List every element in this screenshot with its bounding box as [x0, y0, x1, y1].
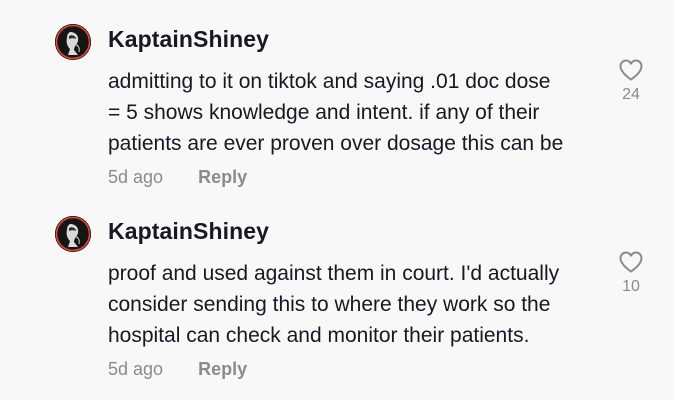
comment-text-line: = 5 shows knowledge and intent. if any o…	[108, 101, 540, 124]
like-control: 24	[614, 58, 648, 104]
avatar[interactable]	[55, 24, 91, 60]
comment-timestamp: 5d ago	[108, 167, 164, 187]
reply-button[interactable]: Reply	[198, 167, 247, 188]
comment-item: KaptainShiney admitting to it on tiktok …	[0, 0, 674, 192]
like-count: 10	[622, 278, 640, 295]
comment-text-line: consider sending this to where they work…	[108, 293, 551, 316]
comment-text: proof and used against them in court. I'…	[108, 258, 608, 351]
comment-meta: 5d ago Reply	[108, 359, 247, 380]
comment-text-line: patients are ever proven over dosage thi…	[108, 132, 564, 155]
comment-meta: 5d ago Reply	[108, 167, 247, 188]
heart-icon[interactable]	[618, 250, 644, 274]
profile-avatar-icon	[55, 24, 91, 60]
comment-text-line: proof and used against them in court. I'…	[108, 262, 560, 285]
like-count: 24	[622, 86, 640, 103]
comment-timestamp: 5d ago	[108, 359, 164, 379]
comment-username[interactable]: KaptainShiney	[108, 26, 269, 53]
avatar[interactable]	[55, 216, 91, 252]
comment-item: KaptainShiney proof and used against the…	[0, 192, 674, 384]
profile-avatar-icon	[55, 216, 91, 252]
heart-icon[interactable]	[618, 58, 644, 82]
comment-text-line: hospital can check and monitor their pat…	[108, 324, 530, 347]
comment-text: admitting to it on tiktok and saying .01…	[108, 66, 608, 159]
reply-button[interactable]: Reply	[198, 359, 247, 380]
comment-text-line: admitting to it on tiktok and saying .01…	[108, 70, 551, 93]
comment-username[interactable]: KaptainShiney	[108, 218, 269, 245]
like-control: 10	[614, 250, 648, 296]
